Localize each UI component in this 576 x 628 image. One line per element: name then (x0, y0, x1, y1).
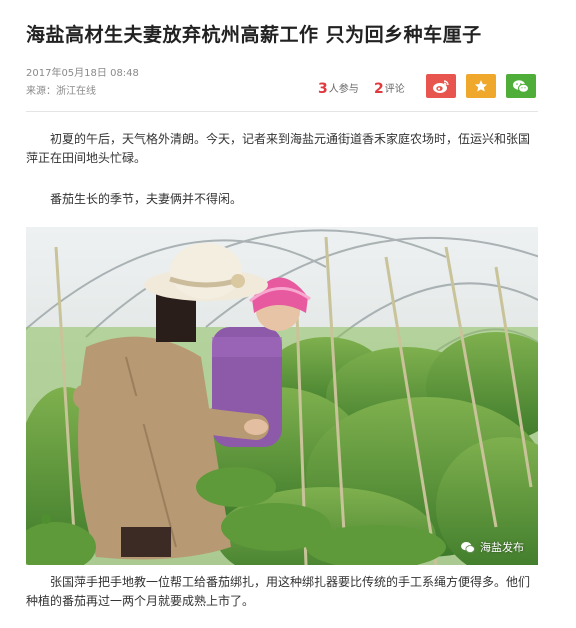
publish-date: 2017年05月18日 08:48 (26, 68, 139, 79)
greenhouse-photo-illustration (26, 227, 538, 565)
share-wechat-button[interactable] (506, 74, 536, 98)
article-photo: 海盐发布 (26, 227, 538, 565)
comments-number: 2 (374, 81, 384, 97)
favorite-button[interactable] (466, 74, 496, 98)
article-paragraph: 番茄生长的季节，夫妻俩并不得闲。 (50, 192, 243, 206)
photo-watermark: 海盐发布 (460, 539, 524, 555)
comments-label: 评论 (384, 84, 405, 95)
weibo-icon (432, 79, 450, 94)
article-source: 来源：浙江在线 (26, 86, 96, 97)
header-divider (26, 111, 538, 112)
participants-count[interactable]: 3人参与 (318, 80, 359, 97)
comments-count[interactable]: 2评论 (374, 80, 405, 97)
wechat-icon (460, 541, 476, 554)
wechat-icon (512, 79, 530, 94)
star-icon (474, 79, 488, 93)
share-weibo-button[interactable] (426, 74, 456, 98)
article-paragraph: 初夏的午后，天气格外清朗。今天，记者来到海盐元通街道香禾家庭农场时，伍运兴和张国… (26, 132, 531, 165)
watermark-text: 海盐发布 (480, 541, 524, 554)
article-title: 海盐高材生夫妻放弃杭州高薪工作 只为回乡种车厘子 (26, 24, 482, 46)
participants-label: 人参与 (328, 84, 359, 95)
participants-number: 3 (318, 81, 328, 97)
photo-caption: 张国萍手把手地教一位帮工给番茄绑扎，用这种绑扎器要比传统的手工系绳方便得多。他们… (26, 575, 531, 608)
